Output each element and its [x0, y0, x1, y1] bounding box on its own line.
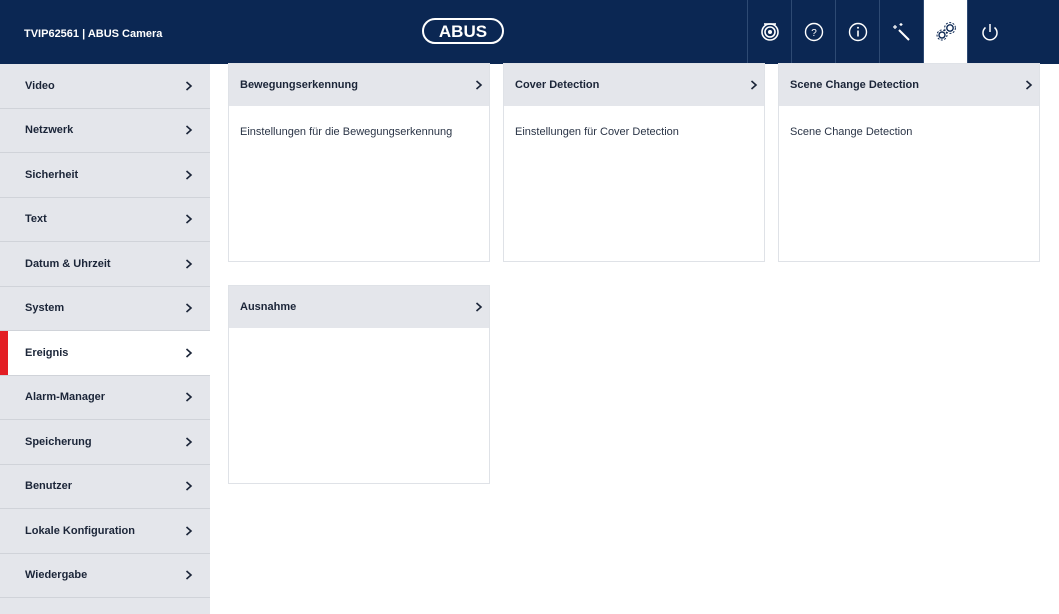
svg-text:ABUS: ABUS [439, 22, 487, 41]
sidebar-item-label: Sicherheit [25, 168, 79, 181]
sidebar-item-label: Alarm-Manager [25, 391, 106, 404]
sidebar-item-wiedergabe[interactable]: Wiedergabe [0, 554, 210, 598]
card-description: Einstellungen für Cover Detection [515, 126, 679, 138]
info-icon[interactable] [835, 0, 879, 64]
chevron-right-icon [185, 153, 193, 197]
card-description: Scene Change Detection [790, 126, 913, 138]
chevron-right-icon [185, 331, 193, 375]
sidebar-item-label: Benutzer [25, 480, 73, 493]
sidebar-item-label: Speicherung [25, 435, 92, 448]
sidebar-item-netzwerk[interactable]: Netzwerk [0, 109, 210, 153]
product-title: TVIP62561 | ABUS Camera [24, 28, 163, 40]
help-icon[interactable]: ? [791, 0, 835, 64]
chevron-right-icon [185, 109, 193, 153]
card-header[interactable]: Bewegungserkennung [229, 64, 489, 106]
sidebar-item-system[interactable]: System [0, 287, 210, 331]
sidebar-item-label: Video [25, 79, 55, 92]
sidebar-item-video[interactable]: Video [0, 64, 210, 109]
chevron-right-icon [475, 64, 483, 106]
chevron-right-icon [185, 287, 193, 331]
chevron-right-icon [475, 286, 483, 328]
power-icon[interactable] [967, 0, 1011, 64]
card-cover-detection[interactable]: Cover Detection Einstellungen für Cover … [503, 63, 765, 262]
chevron-right-icon [185, 465, 193, 509]
card-description: Einstellungen für die Bewegungserkennung [240, 126, 453, 138]
top-toolbar: ? [747, 0, 1011, 64]
sidebar-item-label: System [25, 302, 65, 315]
card-title: Scene Change Detection [790, 79, 919, 91]
card-header[interactable]: Ausnahme [229, 286, 489, 328]
svg-text:?: ? [811, 28, 817, 39]
chevron-right-icon [750, 64, 758, 106]
sidebar-item-sicherheit[interactable]: Sicherheit [0, 153, 210, 198]
chevron-right-icon [185, 509, 193, 553]
settings-icon[interactable] [923, 0, 967, 64]
abus-logo: ABUS [422, 18, 504, 44]
card-ausnahme[interactable]: Ausnahme [228, 285, 490, 484]
sidebar-item-speicherung[interactable]: Speicherung [0, 420, 210, 465]
sidebar-item-label: Wiedergabe [25, 569, 88, 582]
top-bar: TVIP62561 | ABUS Camera ABUS ? [0, 0, 1059, 64]
chevron-right-icon [185, 198, 193, 242]
sidebar-item-ereignis[interactable]: Ereignis [0, 331, 210, 376]
sidebar-item-label: Datum & Uhrzeit [25, 257, 111, 270]
chevron-right-icon [185, 64, 193, 108]
card-title: Ausnahme [240, 301, 297, 313]
sidebar-item-text[interactable]: Text [0, 198, 210, 242]
sidebar-item-alarm-manager[interactable]: Alarm-Manager [0, 376, 210, 420]
chevron-right-icon [185, 242, 193, 286]
sidebar-item-label: Ereignis [25, 346, 69, 359]
card-header[interactable]: Cover Detection [504, 64, 764, 106]
card-description [229, 328, 489, 346]
wizard-icon[interactable] [879, 0, 923, 64]
chevron-right-icon [185, 420, 193, 464]
card-title: Bewegungserkennung [240, 79, 358, 91]
card-header[interactable]: Scene Change Detection [779, 64, 1039, 106]
card-title: Cover Detection [515, 79, 600, 91]
chevron-right-icon [185, 376, 193, 420]
sidebar-item-label: Lokale Konfiguration [25, 524, 135, 537]
card-bewegungserkennung[interactable]: Bewegungserkennung Einstellungen für die… [228, 63, 490, 262]
sidebar-item-label: Netzwerk [25, 124, 74, 137]
sidebar-item-datum-uhrzeit[interactable]: Datum & Uhrzeit [0, 242, 210, 287]
sidebar-item-label: Text [25, 213, 47, 226]
sidebar: Video Netzwerk Sicherheit Text Datum & U… [0, 64, 210, 614]
card-scene-change-detection[interactable]: Scene Change Detection Scene Change Dete… [778, 63, 1040, 262]
sidebar-item-benutzer[interactable]: Benutzer [0, 465, 210, 509]
chevron-right-icon [1025, 64, 1033, 106]
camera-icon[interactable] [747, 0, 791, 64]
sidebar-item-lokale-konfiguration[interactable]: Lokale Konfiguration [0, 509, 210, 554]
chevron-right-icon [185, 554, 193, 598]
